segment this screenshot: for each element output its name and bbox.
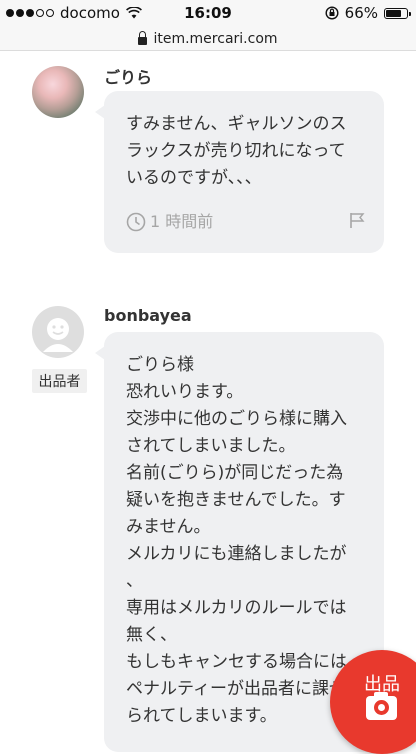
url-text: item.mercari.com xyxy=(153,31,278,47)
comment-line: すみません、ギャルソンのス xyxy=(126,114,347,134)
lock-icon xyxy=(138,31,148,45)
report-flag-icon[interactable] xyxy=(348,211,366,229)
comment-line: 、 xyxy=(126,571,143,591)
comment-line: 無く、 xyxy=(126,625,177,645)
comment-time: 1 時間前 xyxy=(150,212,214,231)
default-face-icon xyxy=(43,318,73,352)
comment-line: メルカリにも連絡しましたが xyxy=(126,544,347,564)
comment-line: されてしまいました。 xyxy=(126,436,296,456)
comment-username[interactable]: bonbayea xyxy=(104,306,192,325)
battery-percent: 66% xyxy=(344,4,378,22)
status-right: 66% xyxy=(325,4,411,22)
rotation-lock-icon xyxy=(325,6,339,20)
comment-line: みません。 xyxy=(126,517,211,537)
address-bar[interactable]: item.mercari.com xyxy=(0,28,416,51)
comment-text: すみません、ギャルソンのス ラックスが売り切れになって いるのですが、、、 xyxy=(126,111,374,192)
comment-bubble: すみません、ギャルソンのス ラックスが売り切れになって いるのですが、、、 1 … xyxy=(95,91,384,253)
avatar[interactable] xyxy=(32,66,84,118)
comment-line: 交渉中に他のごりら様に購入 xyxy=(126,409,347,429)
comment-meta: 1 時間前 xyxy=(126,208,213,235)
comment-line: 名前(ごりら)が同じだった為 xyxy=(126,463,344,483)
comment-line: 専用はメルカリのルールでは xyxy=(126,598,347,618)
battery-icon xyxy=(384,7,411,19)
comment-line: ラックスが売り切れになって xyxy=(126,141,346,161)
clock-icon xyxy=(126,212,146,231)
comment-line: ごりら様 xyxy=(126,355,194,375)
camera-icon xyxy=(366,692,397,720)
comment-line: 疑いを抱きませんでした。す xyxy=(126,490,346,510)
comment-username[interactable]: ごりら xyxy=(104,64,152,88)
avatar[interactable] xyxy=(32,306,84,358)
comment-line: いるのですが、、、 xyxy=(126,168,262,188)
comment-line: 恐れいります。 xyxy=(126,382,244,402)
status-bar: docomo 16:09 66% xyxy=(0,0,416,28)
seller-badge: 出品者 xyxy=(32,369,87,393)
